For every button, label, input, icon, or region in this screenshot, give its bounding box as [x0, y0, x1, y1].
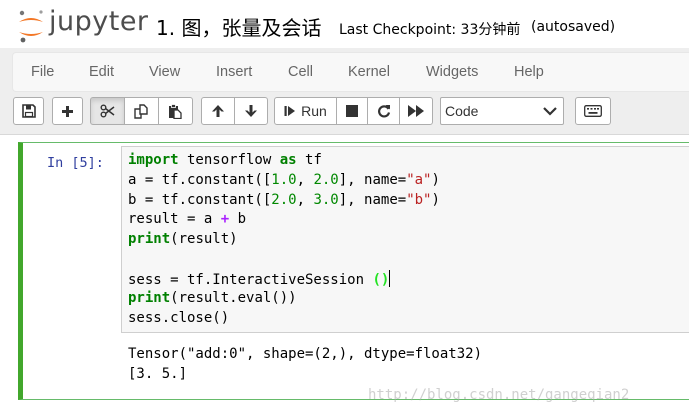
menu-insert[interactable]: Insert	[216, 64, 252, 80]
toolbar: Run Code	[0, 92, 689, 132]
code-line-2: a = tf.constant([1.0, 2.0], name="a")	[128, 172, 440, 188]
run-button-label: Run	[301, 103, 327, 119]
scissors-icon	[100, 104, 115, 118]
run-button[interactable]: Run	[274, 97, 337, 125]
code-line-9: sess.close()	[128, 310, 230, 326]
interrupt-kernel-button[interactable]	[336, 97, 368, 125]
restart-icon	[377, 105, 390, 118]
notebook-title[interactable]: 1. 图，张量及会话	[156, 12, 321, 41]
menu-file[interactable]: File	[31, 64, 54, 80]
code-line-7: sess = tf.InteractiveSession ()	[128, 270, 391, 288]
autosave-status: (autosaved)	[531, 19, 616, 35]
plus-icon	[62, 105, 73, 117]
move-cell-up-button[interactable]	[201, 97, 235, 125]
output-line-1: Tensor("add:0", shape=(2,), dtype=float3…	[128, 346, 483, 362]
save-button[interactable]	[13, 97, 44, 125]
logo-text[interactable]: jupyter	[49, 6, 149, 37]
code-line-8: print(result.eval())	[128, 290, 297, 306]
stop-icon	[346, 105, 358, 117]
checkpoint-status: Last Checkpoint: 33分钟前	[339, 22, 521, 38]
code-line-3: b = tf.constant([2.0, 3.0], name="b")	[128, 192, 440, 208]
code-line-5: print(result)	[128, 231, 238, 247]
watermark: http://blog.csdn.net/gangeqian2	[368, 387, 630, 403]
input-prompt: In [5]:	[47, 155, 104, 171]
restart-kernel-button[interactable]	[367, 97, 400, 125]
menu-cell[interactable]: Cell	[288, 64, 313, 80]
arrow-up-icon	[212, 105, 224, 117]
text-cursor	[389, 270, 391, 287]
menu-kernel[interactable]: Kernel	[348, 64, 390, 80]
code-line-4: result = a + b	[128, 211, 247, 227]
paste-button[interactable]	[158, 97, 193, 125]
menu-widgets[interactable]: Widgets	[426, 64, 478, 80]
chevron-down-icon	[543, 107, 557, 116]
output-line-2: [3. 5.]	[128, 366, 188, 382]
insert-cell-button[interactable]	[52, 97, 83, 125]
cell-type-select[interactable]: Code	[440, 97, 564, 125]
restart-run-all-button[interactable]	[399, 97, 433, 125]
paste-icon	[169, 103, 182, 119]
menu-bar: File Edit View Insert Cell Kernel Widget…	[12, 52, 689, 92]
cell-type-value: Code	[445, 103, 479, 119]
menu-view[interactable]: View	[149, 64, 180, 80]
code-line-1: import tensorflow as tf	[128, 152, 322, 168]
fast-forward-icon	[408, 105, 424, 117]
keyboard-icon	[584, 105, 602, 117]
menu-help[interactable]: Help	[514, 64, 544, 80]
copy-icon	[134, 103, 148, 119]
move-cell-down-button[interactable]	[234, 97, 268, 125]
arrow-down-icon	[245, 105, 257, 117]
jupyter-logo-icon[interactable]	[16, 8, 46, 44]
step-forward-icon	[284, 106, 296, 116]
menu-edit[interactable]: Edit	[89, 64, 114, 80]
save-icon	[21, 104, 36, 118]
command-palette-button[interactable]	[575, 97, 611, 125]
copy-button[interactable]	[124, 97, 159, 125]
cut-button[interactable]	[90, 97, 125, 125]
notebook-header: jupyter 1. 图，张量及会话 Last Checkpoint: 33分钟…	[0, 0, 689, 48]
